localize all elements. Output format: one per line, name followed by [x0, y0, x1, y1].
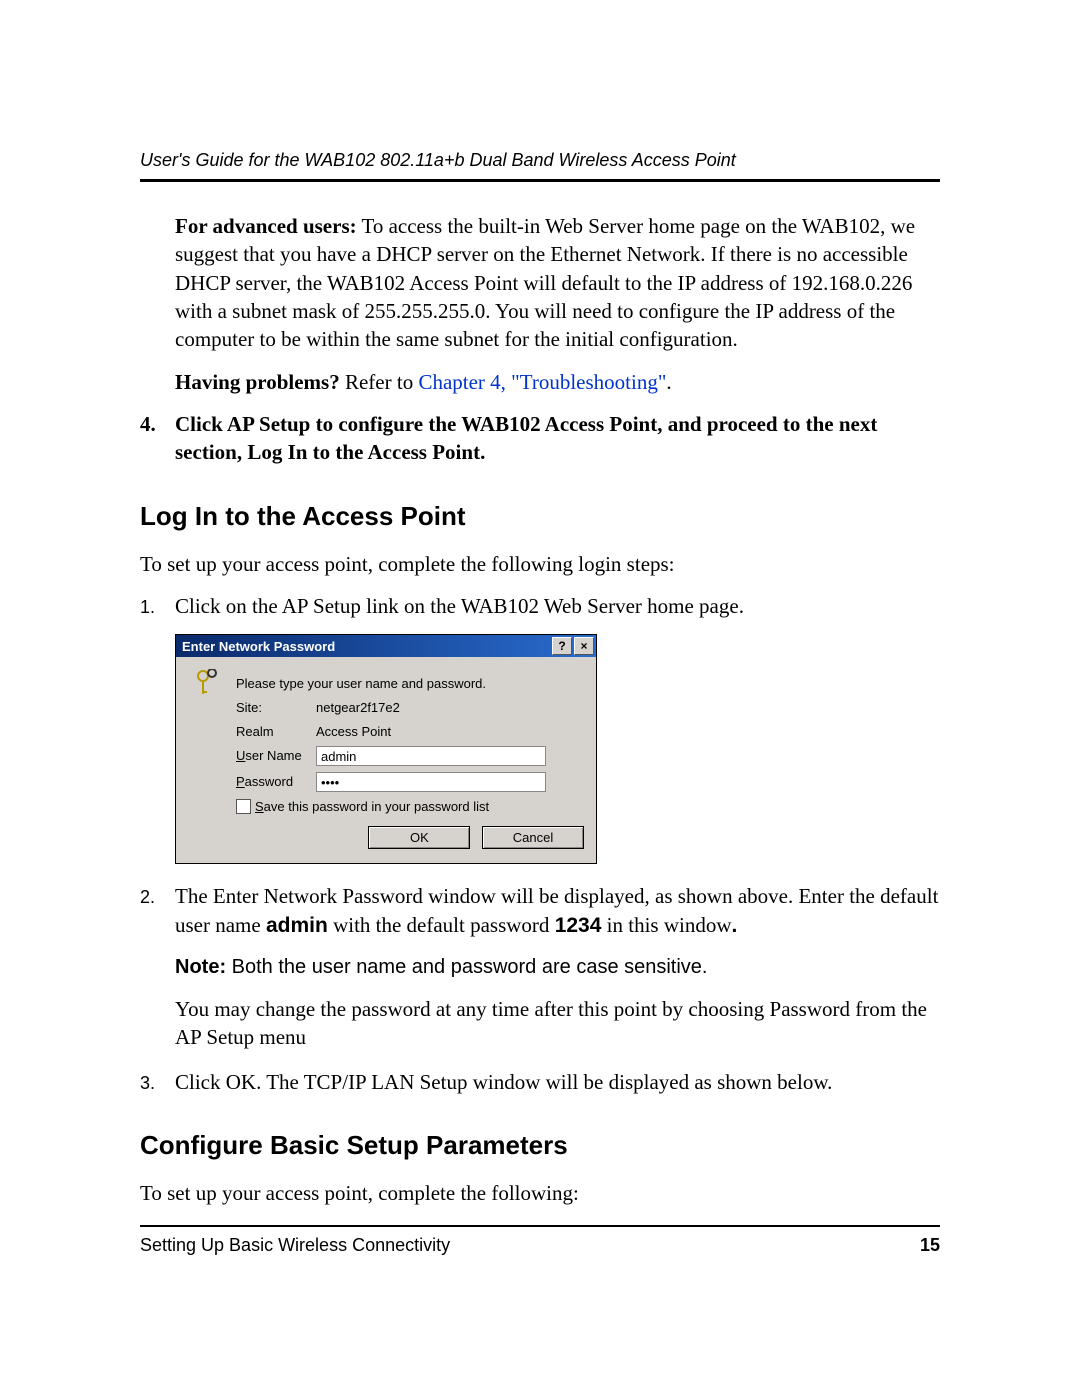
section-configure-heading: Configure Basic Setup Parameters: [140, 1130, 940, 1161]
step-4-text: Click AP Setup to configure the WAB102 A…: [175, 412, 877, 464]
step2b-text: You may change the password at any time …: [175, 995, 940, 1052]
continued-list: Click AP Setup to configure the WAB102 A…: [140, 410, 940, 467]
problems-text: Refer to: [340, 370, 419, 394]
password-input[interactable]: [316, 772, 546, 792]
page: User's Guide for the WAB102 802.11a+b Du…: [0, 0, 1080, 1397]
save-password-checkbox[interactable]: [236, 799, 251, 814]
advanced-label: For advanced users:: [175, 214, 357, 238]
login-step-3-text: Click OK. The TCP/IP LAN Setup window wi…: [175, 1068, 940, 1096]
step-4: Click AP Setup to configure the WAB102 A…: [140, 410, 940, 467]
dialog-body: Please type your user name and password.…: [176, 657, 596, 863]
login-step-1-text: Click on the AP Setup link on the WAB102…: [175, 592, 940, 620]
site-label: Site:: [236, 699, 316, 717]
footer-left: Setting Up Basic Wireless Connectivity: [140, 1235, 450, 1256]
document-header: User's Guide for the WAB102 802.11a+b Du…: [140, 150, 940, 171]
username-label: User Name: [236, 747, 316, 765]
cancel-button[interactable]: Cancel: [482, 826, 584, 850]
login-step-2: The Enter Network Password window will b…: [140, 882, 940, 1051]
password-label: Password: [236, 773, 316, 791]
page-footer: Setting Up Basic Wireless Connectivity 1…: [140, 1235, 940, 1256]
step2-mid: with the default password: [328, 913, 555, 937]
dialog-prompt: Please type your user name and password.: [236, 675, 486, 693]
note-label: Note:: [175, 956, 226, 978]
dialog-title: Enter Network Password: [182, 638, 550, 656]
step2-pass: 1234: [555, 914, 602, 937]
realm-value: Access Point: [316, 723, 391, 741]
problems-label: Having problems?: [175, 370, 340, 394]
keys-icon: [192, 669, 226, 849]
troubleshooting-link[interactable]: Chapter 4, "Troubleshooting": [418, 370, 666, 394]
divider-top: [140, 179, 940, 182]
realm-label: Realm: [236, 723, 316, 741]
section-login-heading: Log In to the Access Point: [140, 501, 940, 532]
enter-network-password-dialog: Enter Network Password ? ×: [175, 634, 597, 864]
login-step-3: Click OK. The TCP/IP LAN Setup window wi…: [140, 1068, 940, 1096]
login-steps-list: Click on the AP Setup link on the WAB102…: [140, 592, 940, 1096]
login-step-1: Click on the AP Setup link on the WAB102…: [140, 592, 940, 864]
site-value: netgear2f17e2: [316, 699, 400, 717]
ok-button[interactable]: OK: [368, 826, 470, 850]
username-input[interactable]: [316, 746, 546, 766]
step2-trail: .: [732, 914, 738, 937]
section-configure-intro: To set up your access point, complete th…: [140, 1179, 940, 1207]
save-password-label: Save this password in your password list: [255, 798, 489, 816]
note-text: Both the user name and password are case…: [226, 956, 707, 978]
advanced-users-block: For advanced users: To access the built-…: [140, 212, 940, 396]
close-icon[interactable]: ×: [574, 637, 594, 655]
page-number: 15: [920, 1235, 940, 1256]
step2-user: admin: [266, 914, 328, 937]
divider-bottom: [140, 1225, 940, 1227]
problems-trail: .: [666, 370, 671, 394]
section-login-intro: To set up your access point, complete th…: [140, 550, 940, 578]
help-icon[interactable]: ?: [552, 637, 572, 655]
step2-post: in this window: [601, 913, 731, 937]
dialog-titlebar: Enter Network Password ? ×: [176, 635, 596, 657]
